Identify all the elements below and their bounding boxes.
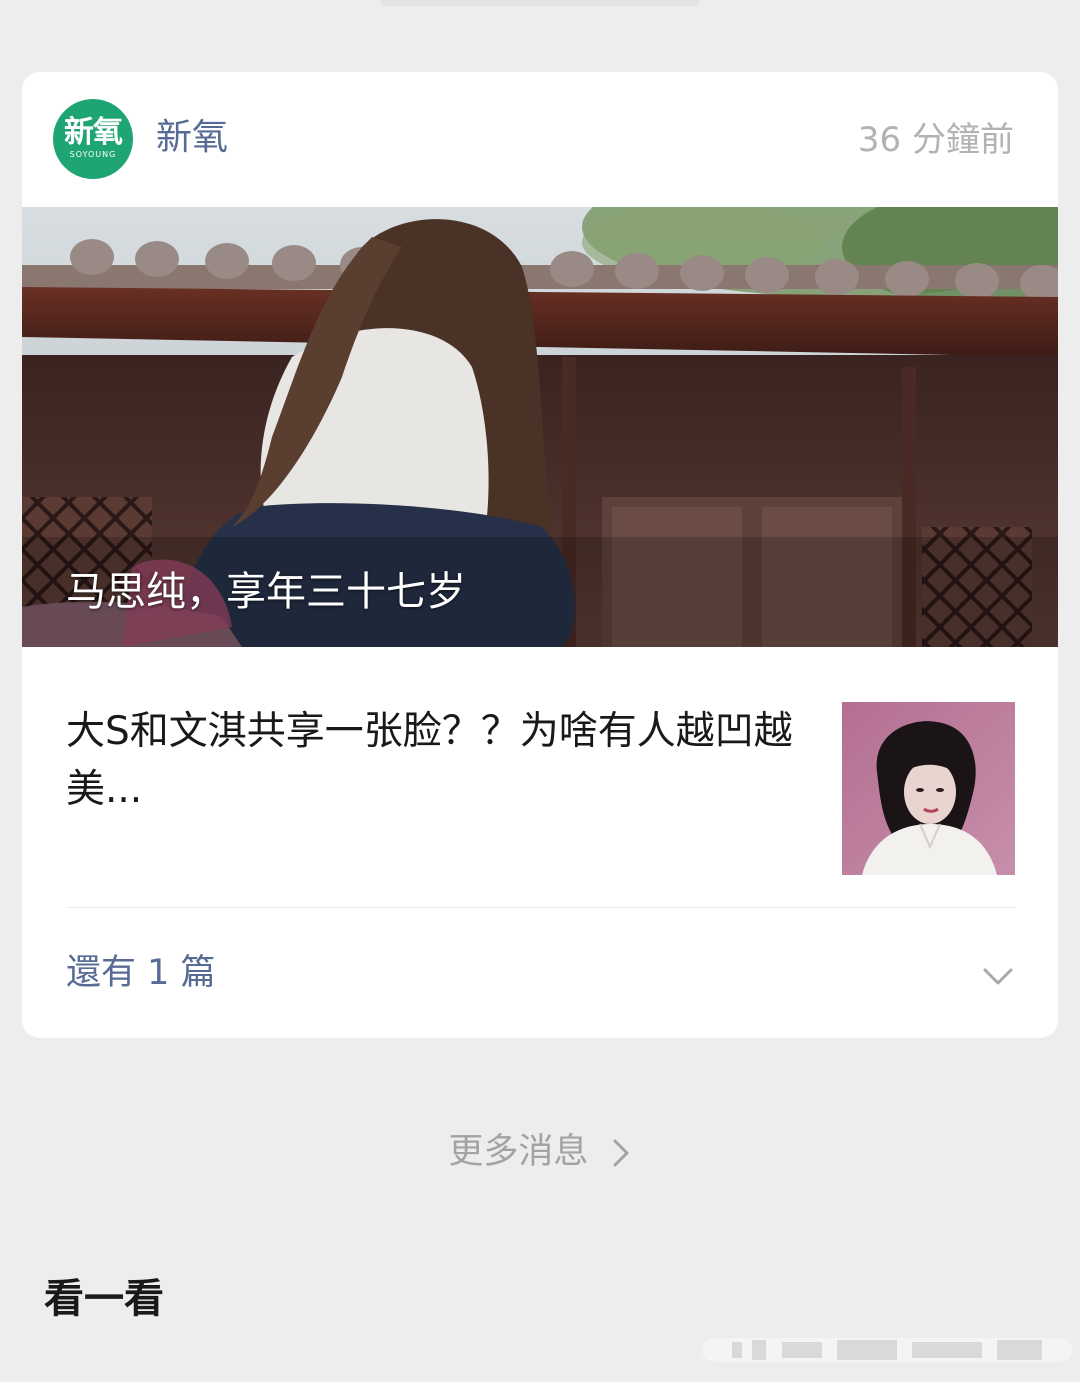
logo-subtext: SOYOUNG: [69, 150, 117, 159]
cover-article[interactable]: 马思纯，享年三十七岁: [22, 207, 1058, 647]
card-header: 新氧 SOYOUNG 新氧 36 分鐘前: [22, 72, 1058, 207]
account-logo[interactable]: 新氧 SOYOUNG: [53, 99, 133, 179]
post-time: 36 分鐘前: [857, 120, 1014, 160]
article-thumbnail: [842, 702, 1015, 875]
top-handle: [380, 0, 700, 6]
logo-text: 新氧: [64, 115, 123, 150]
watermark-image: [702, 1338, 1072, 1362]
more-articles-label: 還有 1 篇: [66, 953, 216, 993]
more-messages-link[interactable]: 更多消息: [0, 1128, 1080, 1176]
more-articles-row[interactable]: 還有 1 篇: [22, 908, 1058, 1038]
article-title: 大S和文淇共享一张脸？？为啥有人越凹越美...: [66, 709, 793, 812]
cover-title: 马思纯，享年三十七岁: [66, 569, 466, 615]
section-title: 看一看: [44, 1276, 164, 1322]
chevron-down-icon[interactable]: [980, 958, 1016, 994]
more-messages-label: 更多消息: [448, 1132, 589, 1172]
page: 新氧 SOYOUNG 新氧 36 分鐘前 马思纯，享年三十七岁 大S和文淇共享一…: [0, 0, 1080, 1382]
article-item[interactable]: 大S和文淇共享一张脸？？为啥有人越凹越美...: [22, 647, 1058, 907]
chevron-right-icon: [613, 1139, 629, 1167]
account-name[interactable]: 新氧: [156, 116, 228, 160]
official-account-card[interactable]: 新氧 SOYOUNG 新氧 36 分鐘前 马思纯，享年三十七岁 大S和文淇共享一…: [22, 72, 1058, 1038]
